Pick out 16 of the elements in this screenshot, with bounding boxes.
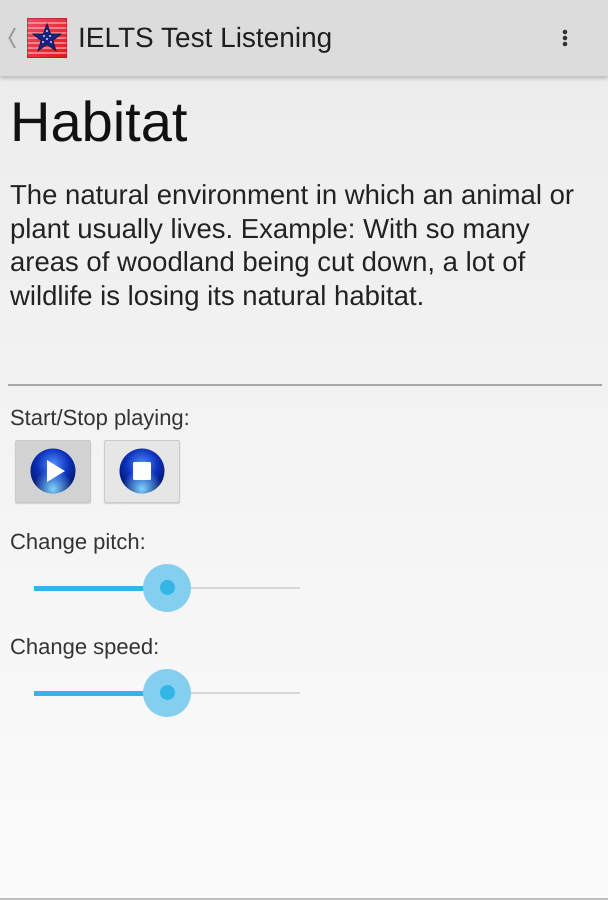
word-title: Habitat	[10, 90, 188, 154]
slider-track[interactable]	[34, 668, 300, 717]
more-vertical-icon	[562, 29, 568, 47]
slider-thumb[interactable]	[143, 564, 191, 612]
slider-track[interactable]	[34, 564, 300, 612]
play-button[interactable]	[15, 440, 91, 503]
star-flag-icon	[27, 18, 67, 58]
overflow-menu-button[interactable]	[562, 29, 568, 47]
slider-thumb[interactable]	[143, 668, 191, 717]
app-title: IELTS Test Listening	[78, 22, 334, 54]
slider-label: Change pitch:	[10, 528, 146, 555]
slider-label: Change speed:	[10, 634, 160, 660]
chevron-left-icon	[8, 27, 16, 49]
word-definition: The natural environment in which an animal or plant usually lives. Example: With so many areas of woodland being cut down, a lot of wildlife is losing its natural habitat.	[10, 178, 576, 313]
player-label: Start/Stop playing:	[10, 404, 191, 431]
stop-button[interactable]	[104, 440, 180, 503]
